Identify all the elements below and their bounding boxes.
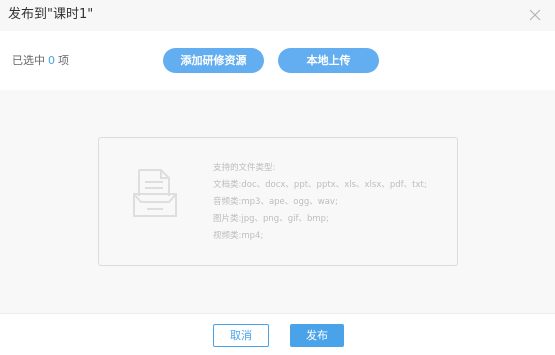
selected-prefix: 已选中 xyxy=(12,54,45,67)
selected-suffix: 项 xyxy=(58,54,69,67)
close-icon[interactable] xyxy=(527,7,543,23)
toolbar: 已选中 0 项 添加研修资源 本地上传 xyxy=(0,31,555,90)
publish-dialog: 发布到"课时1" 已选中 0 项 添加研修资源 本地上传 支持的文件类型: 文档… xyxy=(0,0,555,355)
publish-button[interactable]: 发布 xyxy=(290,324,344,347)
file-dropzone[interactable]: 支持的文件类型: 文档类:doc、docx、ppt、pptx、xls、xlsx、… xyxy=(98,137,458,266)
hint-images: 图片类:jpg、png、gif、bmp; xyxy=(213,214,329,224)
content-area: 支持的文件类型: 文档类:doc、docx、ppt、pptx、xls、xlsx、… xyxy=(0,90,555,313)
supported-types-hint: 支持的文件类型: 文档类:doc、docx、ppt、pptx、xls、xlsx、… xyxy=(213,160,427,245)
cancel-button[interactable]: 取消 xyxy=(213,324,269,347)
hint-title: 支持的文件类型: xyxy=(213,163,276,173)
selected-count: 0 xyxy=(48,54,55,67)
hint-audio: 音频类:mp3、ape、ogg、wav; xyxy=(213,197,338,207)
local-upload-button[interactable]: 本地上传 xyxy=(278,48,379,73)
dialog-titlebar: 发布到"课时1" xyxy=(0,0,555,31)
document-icon xyxy=(133,169,177,217)
hint-video: 视频类:mp4; xyxy=(213,231,264,241)
selected-counter: 已选中 0 项 xyxy=(12,54,69,68)
dialog-title: 发布到"课时1" xyxy=(8,7,94,22)
hint-documents: 文档类:doc、docx、ppt、pptx、xls、xlsx、pdf、txt; xyxy=(213,180,427,190)
dialog-footer: 取消 发布 xyxy=(0,313,555,355)
add-resource-button[interactable]: 添加研修资源 xyxy=(163,48,264,73)
